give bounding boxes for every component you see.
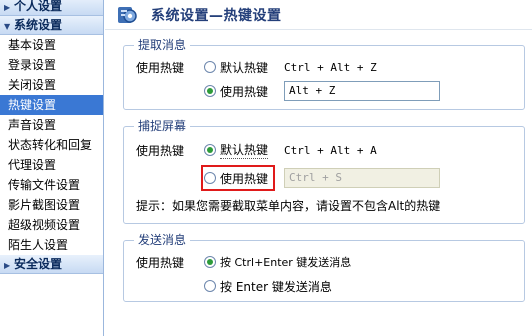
main-panel: 系统设置—热键设置 提取消息 使用热键 默认热键 Ctrl + Alt + Z …	[105, 0, 532, 336]
group-send-message: 发送消息 使用热键 按 Ctrl+Enter 键发送消息 按 Enter 键发送…	[123, 232, 525, 302]
custom-hotkey-input[interactable]: Ctrl + S	[284, 168, 440, 188]
radio-enter[interactable]: 按 Enter 键发送消息	[204, 276, 332, 296]
category-label: 安全设置	[14, 257, 63, 271]
hint-text: 提示：如果您需要截取菜单内容，请设置不包含Alt的热键	[136, 198, 441, 213]
sidebar-item-basic[interactable]: 基本设置	[0, 35, 103, 55]
hotkey-row-label: 使用热键	[136, 143, 185, 158]
sidebar-item-super-video[interactable]: 超级视频设置	[0, 215, 103, 235]
default-hotkey-value: Ctrl + Alt + Z	[284, 60, 377, 74]
chevron-right-icon: ▶	[4, 261, 11, 270]
radio-button[interactable]	[204, 256, 216, 268]
radio-default-hotkey[interactable]: 默认热键	[204, 57, 268, 77]
radio-ctrl-enter[interactable]: 按 Ctrl+Enter 键发送消息	[204, 252, 351, 272]
sidebar-item-hotkey[interactable]: 热键设置	[0, 95, 103, 115]
radio-label: 使用热键	[220, 171, 269, 186]
radio-default-hotkey[interactable]: 默认热键	[204, 140, 269, 160]
sidebar-item-stranger[interactable]: 陌生人设置	[0, 235, 103, 255]
sidebar-item-video-capture[interactable]: 影片截图设置	[0, 195, 103, 215]
radio-label: 默认热键	[220, 60, 269, 75]
hotkey-row-label: 使用热键	[136, 60, 185, 75]
radio-button[interactable]	[204, 85, 216, 97]
group-capture-screen: 捕捉屏幕 使用热键 默认热键 Ctrl + Alt + A 使用热键 Ctrl …	[123, 118, 525, 224]
radio-button[interactable]	[204, 280, 216, 292]
radio-button[interactable]	[204, 172, 216, 184]
radio-custom-hotkey[interactable]: 使用热键	[204, 168, 268, 188]
radio-button[interactable]	[204, 144, 216, 156]
radio-label: 使用热键	[220, 84, 269, 99]
chevron-down-icon: ▼	[4, 22, 11, 31]
sidebar-item-file-transfer[interactable]: 传输文件设置	[0, 175, 103, 195]
gear-icon	[118, 6, 137, 23]
sidebar-item-close[interactable]: 关闭设置	[0, 75, 103, 95]
sidebar-category-system[interactable]: ▼ 系统设置	[0, 16, 103, 35]
custom-hotkey-input[interactable]: Alt + Z	[284, 81, 440, 101]
group-legend: 捕捉屏幕	[134, 118, 191, 134]
chevron-right-icon: ▶	[4, 3, 11, 12]
radio-button[interactable]	[204, 61, 216, 73]
group-legend: 提取消息	[134, 37, 191, 53]
default-hotkey-value: Ctrl + Alt + A	[284, 143, 377, 157]
category-label: 系统设置	[14, 18, 63, 32]
sidebar-item-proxy[interactable]: 代理设置	[0, 155, 103, 175]
page-title: 系统设置—热键设置	[151, 7, 282, 24]
radio-label: 按 Ctrl+Enter 键发送消息	[220, 256, 352, 269]
panel-header: 系统设置—热键设置	[105, 0, 532, 30]
sidebar-item-status[interactable]: 状态转化和回复	[0, 135, 103, 155]
sidebar-item-login[interactable]: 登录设置	[0, 55, 103, 75]
sidebar-category-security[interactable]: ▶ 安全设置	[0, 255, 103, 274]
sidebar-category-personal[interactable]: ▶ 个人设置	[0, 0, 103, 16]
group-extract-message: 提取消息 使用热键 默认热键 Ctrl + Alt + Z 使用热键 Alt +…	[123, 37, 525, 110]
sidebar-item-sound[interactable]: 声音设置	[0, 115, 103, 135]
radio-custom-hotkey[interactable]: 使用热键	[204, 81, 268, 101]
category-label: 个人设置	[14, 0, 63, 13]
sidebar: ▶ 个人设置 ▼ 系统设置 基本设置 登录设置 关闭设置 热键设置 声音设置 状态转…	[0, 0, 104, 336]
hotkey-row-label: 使用热键	[136, 255, 185, 270]
group-legend: 发送消息	[134, 232, 191, 248]
radio-label: 默认热键	[220, 143, 269, 159]
radio-label: 按 Enter 键发送消息	[220, 279, 332, 294]
